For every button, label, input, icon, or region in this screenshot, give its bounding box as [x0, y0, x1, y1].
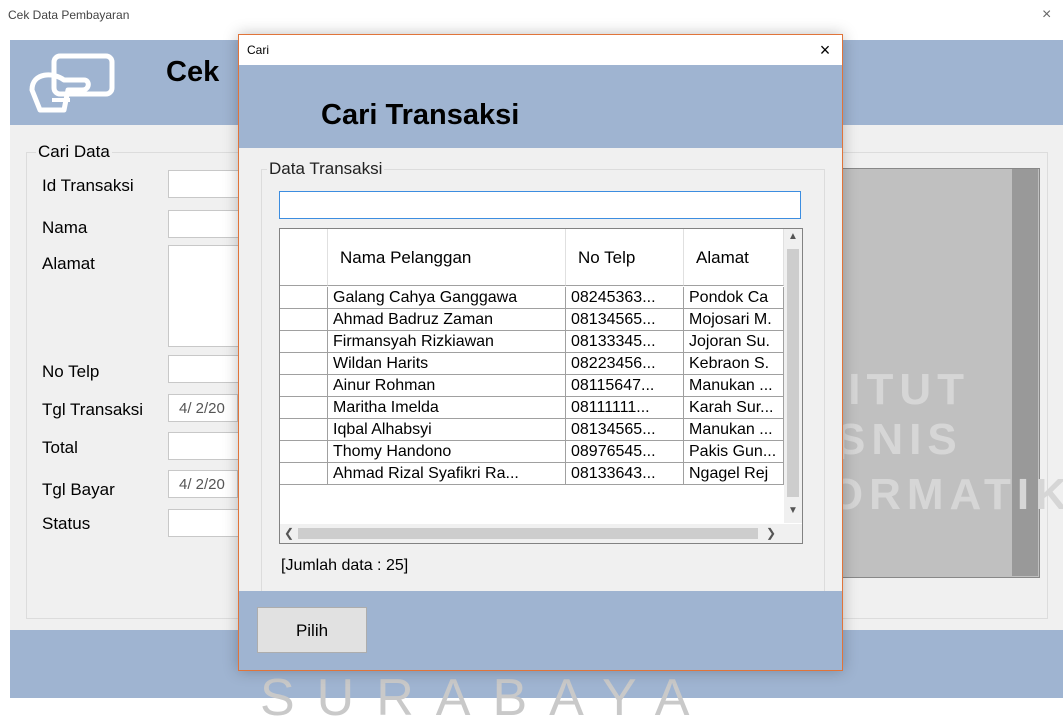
table-cell[interactable]: 08133345...	[566, 331, 684, 353]
table-cell[interactable]: Ngagel Rej	[684, 463, 784, 485]
table-cell[interactable]: Galang Cahya Ganggawa	[328, 287, 566, 309]
table-cell[interactable]: Thomy Handono	[328, 441, 566, 463]
label-no-telp: No Telp	[42, 362, 100, 381]
horizontal-scroll-thumb[interactable]	[298, 528, 758, 539]
table-row[interactable]: Ahmad Rizal Syafikri Ra... 08133643... Nga…	[280, 463, 784, 485]
table-row[interactable]: Ainur Rohman 08115647... Manukan ...	[280, 375, 784, 397]
no-telp-field[interactable]	[168, 355, 240, 383]
tgl-transaksi-picker[interactable]: 4/ 2/20	[168, 394, 238, 422]
row-header-corner	[280, 229, 328, 286]
table-cell[interactable]: Mojosari M.	[684, 309, 784, 331]
label-id-transaksi: Id Transaksi	[42, 176, 134, 195]
scroll-down-icon[interactable]: ▼	[784, 505, 802, 516]
tgl-bayar-picker[interactable]: 4/ 2/20	[168, 470, 238, 498]
table-cell[interactable]: 08223456...	[566, 353, 684, 375]
table-cell[interactable]: Iqbal Alhabsyi	[328, 419, 566, 441]
table-cell[interactable]: 08134565...	[566, 309, 684, 331]
id-transaksi-input[interactable]	[168, 170, 240, 198]
column-header-no-telp[interactable]: No Telp	[566, 229, 684, 286]
table-row[interactable]: Maritha Imelda 08111111... Karah Sur...	[280, 397, 784, 419]
row-header[interactable]	[280, 353, 328, 375]
label-status: Status	[42, 514, 91, 533]
table-cell[interactable]: Kebraon S.	[684, 353, 784, 375]
horizontal-scrollbar[interactable]: ❮ ❯	[280, 524, 784, 543]
label-alamat: Alamat	[42, 254, 95, 273]
table-cell[interactable]: 08134565...	[566, 419, 684, 441]
table-cell[interactable]: Firmansyah Rizkiawan	[328, 331, 566, 353]
label-nama: Nama	[42, 218, 88, 237]
nama-field[interactable]	[168, 210, 240, 238]
table-cell[interactable]: Ainur Rohman	[328, 375, 566, 397]
table-row[interactable]: Wildan Harits 08223456... Kebraon S.	[280, 353, 784, 375]
row-header[interactable]	[280, 309, 328, 331]
column-header-alamat[interactable]: Alamat	[684, 229, 784, 286]
table-cell[interactable]: Karah Sur...	[684, 397, 784, 419]
table-cell[interactable]: Pondok Ca	[684, 287, 784, 309]
row-header[interactable]	[280, 463, 328, 485]
dialog-titlebar[interactable]: Cari ×	[239, 35, 842, 65]
row-header[interactable]	[280, 441, 328, 463]
row-header[interactable]	[280, 397, 328, 419]
row-header[interactable]	[280, 287, 328, 309]
table-cell[interactable]: 08133643...	[566, 463, 684, 485]
payment-card-icon	[29, 53, 115, 113]
table-cell[interactable]: 08976545...	[566, 441, 684, 463]
table-cell[interactable]: Manukan ...	[684, 375, 784, 397]
page-heading: Cek	[166, 56, 220, 88]
table-cell[interactable]: 08115647...	[566, 375, 684, 397]
table-row[interactable]: Thomy Handono 08976545... Pakis Gun...	[280, 441, 784, 463]
table-cell[interactable]: Wildan Harits	[328, 353, 566, 375]
window-title: Cek Data Pembayaran	[8, 8, 130, 22]
table-cell[interactable]: Pakis Gun...	[684, 441, 784, 463]
scroll-left-icon[interactable]: ❮	[284, 526, 294, 540]
row-header[interactable]	[280, 331, 328, 353]
label-tgl-transaksi: Tgl Transaksi	[42, 400, 144, 419]
label-total: Total	[42, 438, 78, 457]
row-header[interactable]	[280, 375, 328, 397]
dialog-close-icon[interactable]: ×	[815, 40, 835, 61]
table-cell[interactable]: 08245363...	[566, 287, 684, 309]
row-header[interactable]	[280, 419, 328, 441]
status-field[interactable]	[168, 509, 240, 537]
vertical-scrollbar[interactable]: ▲ ▼	[784, 229, 802, 523]
record-count: [Jumlah data : 25]	[281, 557, 409, 574]
groupbox-label: Cari Data	[36, 142, 112, 162]
table-row[interactable]: Iqbal Alhabsyi 08134565... Manukan ...	[280, 419, 784, 441]
close-icon[interactable]: ×	[1042, 6, 1051, 24]
table-cell[interactable]: Ahmad Rizal Syafikri Ra...	[328, 463, 566, 485]
table-row[interactable]: Ahmad Badruz Zaman 08134565... Mojosari M.	[280, 309, 784, 331]
table-cell[interactable]: 08111111...	[566, 397, 684, 419]
scrollbar-corner	[784, 524, 802, 543]
label-tgl-bayar: Tgl Bayar	[42, 480, 115, 499]
pilih-button[interactable]: Pilih	[257, 607, 367, 653]
watermark-text: SURABAYA	[260, 669, 712, 727]
grid-header-row: Nama Pelanggan No Telp Alamat	[280, 229, 784, 287]
transaksi-grid[interactable]: Nama Pelanggan No Telp Alamat Galang Cah…	[279, 228, 803, 544]
table-row[interactable]: Galang Cahya Ganggawa 08245363... Pondok C…	[280, 287, 784, 309]
total-field[interactable]	[168, 432, 240, 460]
table-row[interactable]: Firmansyah Rizkiawan 08133345... Jojoran S…	[280, 331, 784, 353]
table-cell[interactable]: Manukan ...	[684, 419, 784, 441]
table-cell[interactable]: Ahmad Badruz Zaman	[328, 309, 566, 331]
scroll-right-icon[interactable]: ❯	[766, 526, 776, 540]
alamat-field[interactable]	[168, 245, 240, 347]
vertical-scroll-thumb[interactable]	[787, 249, 799, 497]
table-cell[interactable]: Jojoran Su.	[684, 331, 784, 353]
dialog-heading: Cari Transaksi	[321, 99, 520, 131]
table-cell[interactable]: Maritha Imelda	[328, 397, 566, 419]
scroll-up-icon[interactable]: ▲	[784, 231, 802, 242]
column-header-nama-pelanggan[interactable]: Nama Pelanggan	[328, 229, 566, 286]
data-transaksi-label: Data Transaksi	[267, 159, 385, 179]
dialog-title: Cari	[247, 43, 270, 57]
search-input[interactable]	[279, 191, 801, 219]
cari-dialog: Cari × Cari Transaksi Data Transaksi Nam…	[238, 34, 843, 671]
